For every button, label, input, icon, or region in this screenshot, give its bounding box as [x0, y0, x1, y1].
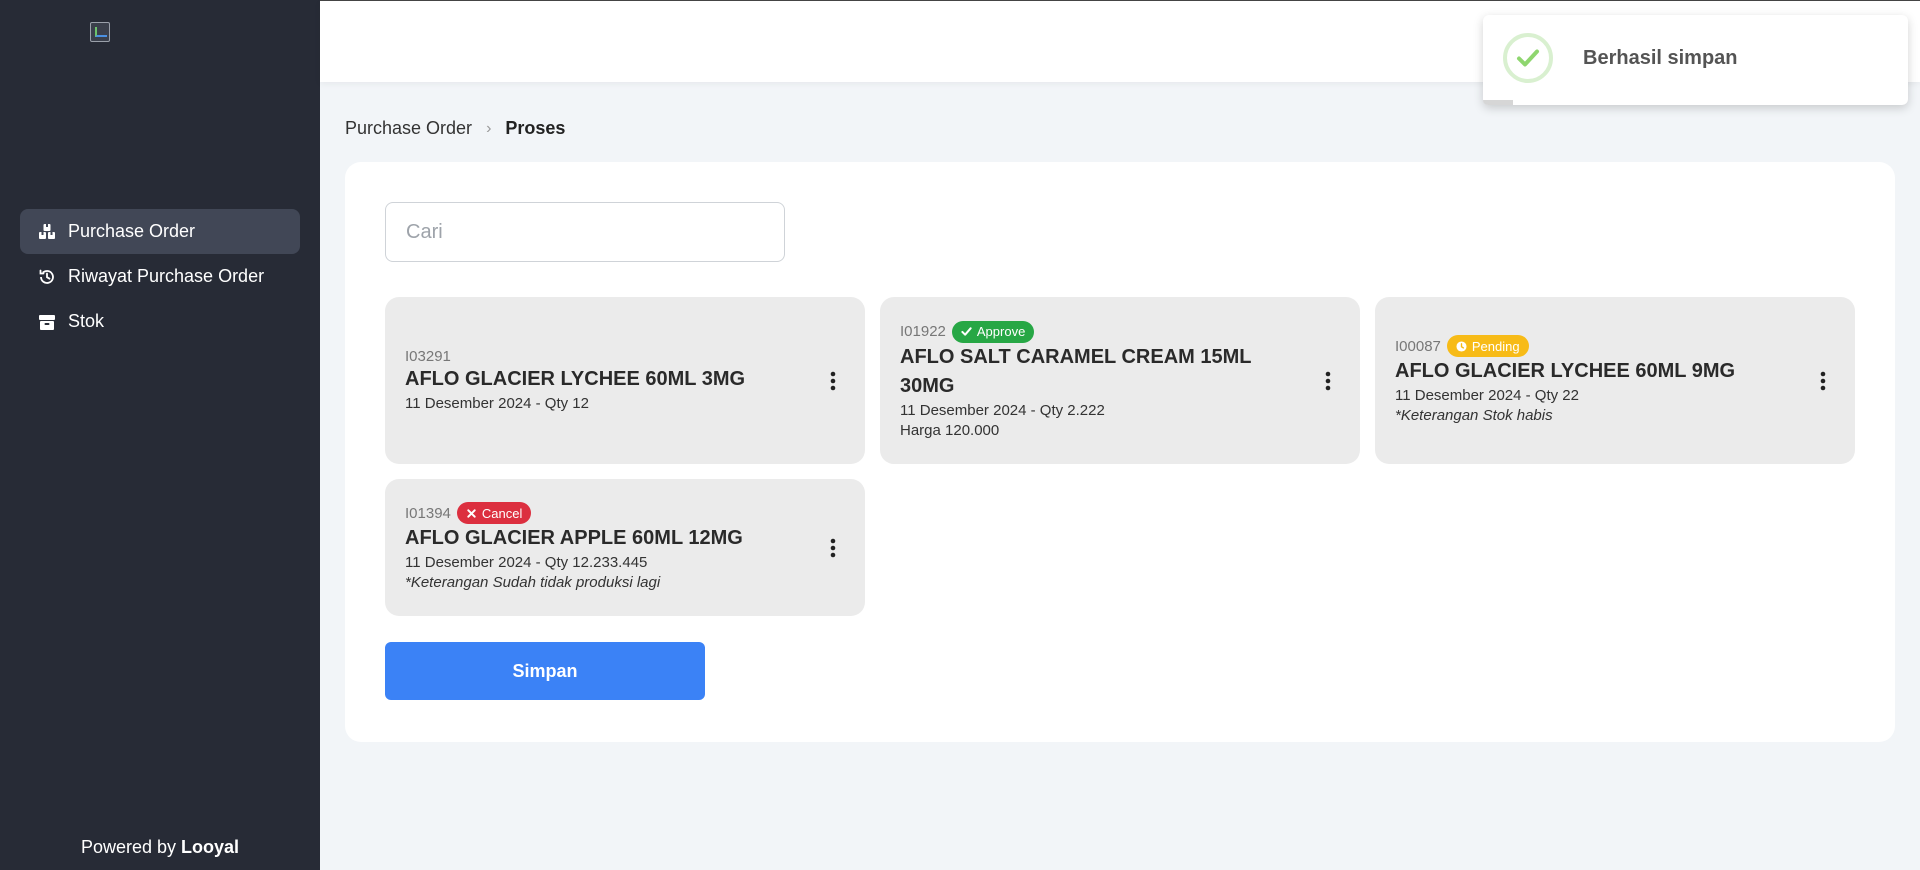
- more-vertical-icon[interactable]: [1316, 369, 1340, 393]
- toast-progress-bar: [1483, 100, 1513, 105]
- status-badge: Approve: [951, 320, 1035, 343]
- po-card-body: I00087 Pending AFLO GLACIER LYCHEE 60ML …: [1395, 335, 1801, 426]
- po-date-qty: 11 Desember 2024 - Qty 22: [1395, 387, 1579, 404]
- po-code: I01922: [900, 323, 946, 340]
- po-title: AFLO GLACIER APPLE 60ML 12MG: [405, 527, 743, 549]
- po-title: AFLO GLACIER LYCHEE 60ML 3MG: [405, 367, 746, 390]
- po-code: I01394: [405, 504, 451, 522]
- sidebar-item-label: Riwayat Purchase Order: [68, 266, 265, 286]
- save-button[interactable]: Simpan: [385, 642, 705, 700]
- po-title: AFLO SALT CARAMEL CREAM 15ML 30MG: [900, 345, 1252, 397]
- sidebar-item-label: Stok: [68, 311, 105, 331]
- po-price: Harga 120.000: [900, 421, 1000, 439]
- logo-broken-image: [90, 22, 110, 42]
- powered-prefix: Powered by: [80, 837, 177, 857]
- sidebar-nav: Purchase Order Riwayat Purchase Order St…: [20, 209, 300, 344]
- po-code: I00087: [1395, 337, 1441, 355]
- po-card: I00087 Pending AFLO GLACIER LYCHEE 60ML …: [1375, 297, 1855, 464]
- po-note: *Keterangan Stok habis: [1395, 407, 1553, 424]
- status-badge: Pending: [1446, 335, 1529, 357]
- more-vertical-icon[interactable]: [1811, 369, 1835, 393]
- sidebar-item-stok[interactable]: Stok: [20, 299, 300, 344]
- po-date-qty: 11 Desember 2024 - Qty 12.233.445: [405, 554, 648, 571]
- po-title: AFLO GLACIER LYCHEE 60ML 9MG: [1395, 360, 1736, 382]
- po-card-body: I01394 Cancel AFLO GLACIER APPLE 60ML 12…: [405, 502, 811, 593]
- po-card-body: I03291 AFLO GLACIER LYCHEE 60ML 3MG 11 D…: [405, 348, 811, 414]
- check-circle-icon: [1503, 33, 1553, 83]
- more-vertical-icon[interactable]: [821, 536, 845, 560]
- success-toast[interactable]: Berhasil simpan: [1483, 15, 1908, 105]
- po-card-header: I00087 Pending: [1395, 335, 1801, 357]
- po-code: I03291: [405, 347, 451, 365]
- status-badge: Cancel: [456, 502, 532, 524]
- po-date-qty: 11 Desember 2024 - Qty 2.222: [900, 401, 1105, 419]
- chevron-right-icon: ›: [486, 119, 492, 137]
- po-note: *Keterangan Sudah tidak produksi lagi: [405, 574, 661, 591]
- clock-icon: [1456, 340, 1467, 352]
- history-icon: [38, 268, 56, 286]
- po-card: I03291 AFLO GLACIER LYCHEE 60ML 3MG 11 D…: [385, 297, 865, 464]
- breadcrumb: Purchase Order › Proses: [345, 118, 565, 139]
- po-card-header: I03291: [405, 348, 811, 365]
- po-date-qty: 11 Desember 2024 - Qty 12: [405, 394, 589, 412]
- main-panel: I03291 AFLO GLACIER LYCHEE 60ML 3MG 11 D…: [345, 162, 1895, 742]
- po-card-header: I01922 Approve: [900, 320, 1306, 343]
- breadcrumb-current: Proses: [505, 118, 566, 138]
- check-icon: [961, 327, 972, 336]
- po-card-header: I01394 Cancel: [405, 502, 811, 524]
- sidebar-item-purchase-order[interactable]: Purchase Order: [20, 209, 300, 254]
- box-icon: [38, 313, 56, 331]
- search-input[interactable]: [385, 202, 785, 262]
- breadcrumb-parent[interactable]: Purchase Order: [345, 118, 472, 139]
- po-card: I01922 Approve AFLO SALT CARAMEL CREAM 1…: [880, 297, 1360, 464]
- x-icon: [467, 508, 476, 518]
- powered-brand: Looyal: [181, 837, 240, 857]
- more-vertical-icon[interactable]: [821, 369, 845, 393]
- status-label: Cancel: [481, 505, 523, 521]
- boxes-icon: [38, 223, 56, 241]
- po-card-body: I01922 Approve AFLO SALT CARAMEL CREAM 1…: [900, 320, 1306, 441]
- powered-by: Powered by Looyal: [0, 837, 320, 858]
- po-card: I01394 Cancel AFLO GLACIER APPLE 60ML 12…: [385, 479, 865, 616]
- sidebar: Purchase Order Riwayat Purchase Order St…: [0, 0, 320, 870]
- sidebar-item-riwayat-purchase-order[interactable]: Riwayat Purchase Order: [20, 254, 300, 299]
- sidebar-item-label: Purchase Order: [68, 221, 196, 241]
- status-label: Pending: [1471, 338, 1520, 354]
- status-label: Approve: [976, 324, 1026, 339]
- toast-message: Berhasil simpan: [1583, 47, 1738, 69]
